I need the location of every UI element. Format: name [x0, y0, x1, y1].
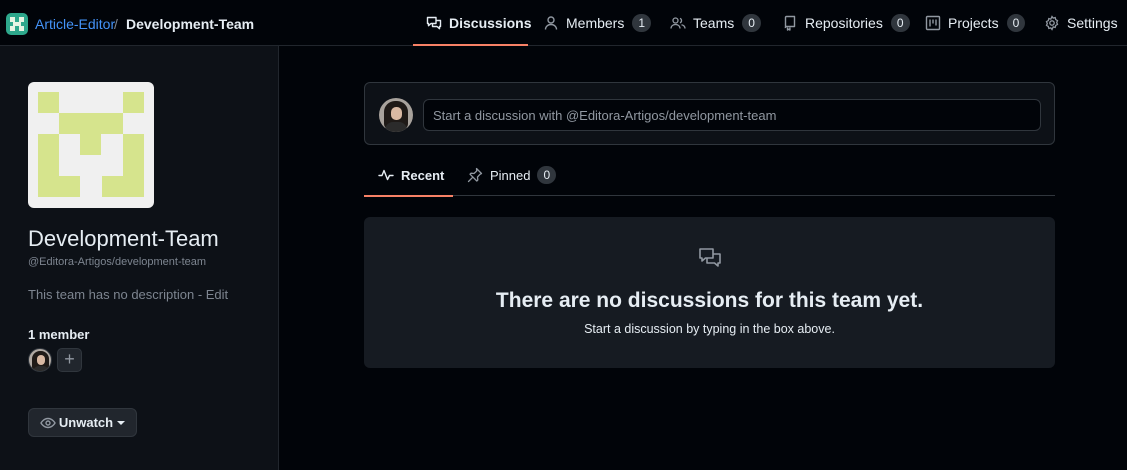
- user-avatar: [379, 98, 413, 132]
- discussion-input[interactable]: [423, 99, 1041, 131]
- add-member-button[interactable]: +: [57, 348, 82, 372]
- team-description: This team has no description - Edit: [28, 287, 228, 302]
- breadcrumb-team-name: Development-Team: [126, 16, 255, 32]
- pin-icon: [467, 167, 483, 183]
- tab-pinned[interactable]: Pinned 0: [467, 154, 557, 196]
- tab-repositories-label: Repositories: [805, 15, 883, 31]
- tab-discussions-label: Discussions: [449, 15, 532, 31]
- tab-recent-label: Recent: [401, 167, 445, 183]
- project-icon: [925, 15, 941, 31]
- team-sidebar: Development-Team @Editora-Artigos/develo…: [0, 46, 279, 470]
- comment-discussion-icon: [698, 246, 722, 270]
- tab-projects-label: Projects: [948, 15, 999, 31]
- members-count-badge: 1: [632, 14, 652, 32]
- unwatch-label: Unwatch: [58, 415, 114, 430]
- tab-discussions[interactable]: Discussions: [413, 0, 532, 46]
- tab-members-label: Members: [566, 15, 625, 31]
- teams-count-badge: 0: [742, 14, 761, 32]
- empty-state-title: There are no discussions for this team y…: [495, 289, 924, 312]
- empty-state: There are no discussions for this team y…: [364, 217, 1055, 368]
- team-description-text: This team has no description: [28, 287, 195, 302]
- tab-pinned-label: Pinned: [490, 167, 531, 183]
- unwatch-button[interactable]: Unwatch: [28, 408, 137, 437]
- breadcrumb-separator: /: [114, 16, 118, 32]
- projects-count-badge: 0: [1006, 14, 1026, 32]
- repositories-count-badge: 0: [890, 14, 910, 32]
- member-count-label: 1 member: [28, 327, 90, 342]
- tab-teams-label: Teams: [693, 15, 735, 31]
- gear-icon: [1044, 15, 1060, 31]
- discussion-tabs: Recent Pinned 0: [364, 154, 1055, 197]
- pulse-icon: [378, 167, 394, 183]
- team-identicon: [28, 82, 154, 208]
- breadcrumb-org-link[interactable]: Article-Editor: [35, 16, 115, 32]
- org-logo[interactable]: [6, 13, 28, 35]
- comment-discussion-icon: [426, 15, 442, 31]
- top-navigation-bar: Article-Editor / Development-Team Discus…: [0, 0, 1127, 46]
- team-slug: @Editora-Artigos/development-team: [28, 256, 207, 268]
- caret-down-icon: [117, 420, 126, 425]
- tab-teams[interactable]: Teams 0: [670, 0, 761, 46]
- tab-settings-label: Settings: [1067, 15, 1118, 31]
- team-description-separator: -: [194, 287, 206, 302]
- tab-repositories[interactable]: Repositories 0: [782, 0, 910, 46]
- people-icon: [670, 15, 686, 31]
- discussion-composer: [364, 82, 1055, 145]
- repo-icon: [782, 15, 798, 31]
- tab-recent[interactable]: Recent: [364, 154, 453, 197]
- person-icon: [543, 15, 559, 31]
- member-avatar[interactable]: [28, 348, 52, 372]
- team-name-heading: Development-Team: [28, 226, 219, 251]
- eye-icon: [40, 415, 56, 431]
- edit-description-link[interactable]: Edit: [206, 287, 228, 302]
- tab-projects[interactable]: Projects 0: [925, 0, 1026, 46]
- empty-state-subtitle: Start a discussion by typing in the box …: [584, 322, 835, 336]
- tab-members[interactable]: Members 1: [543, 0, 652, 46]
- pinned-count-badge: 0: [537, 166, 557, 184]
- tab-settings[interactable]: Settings: [1044, 0, 1118, 46]
